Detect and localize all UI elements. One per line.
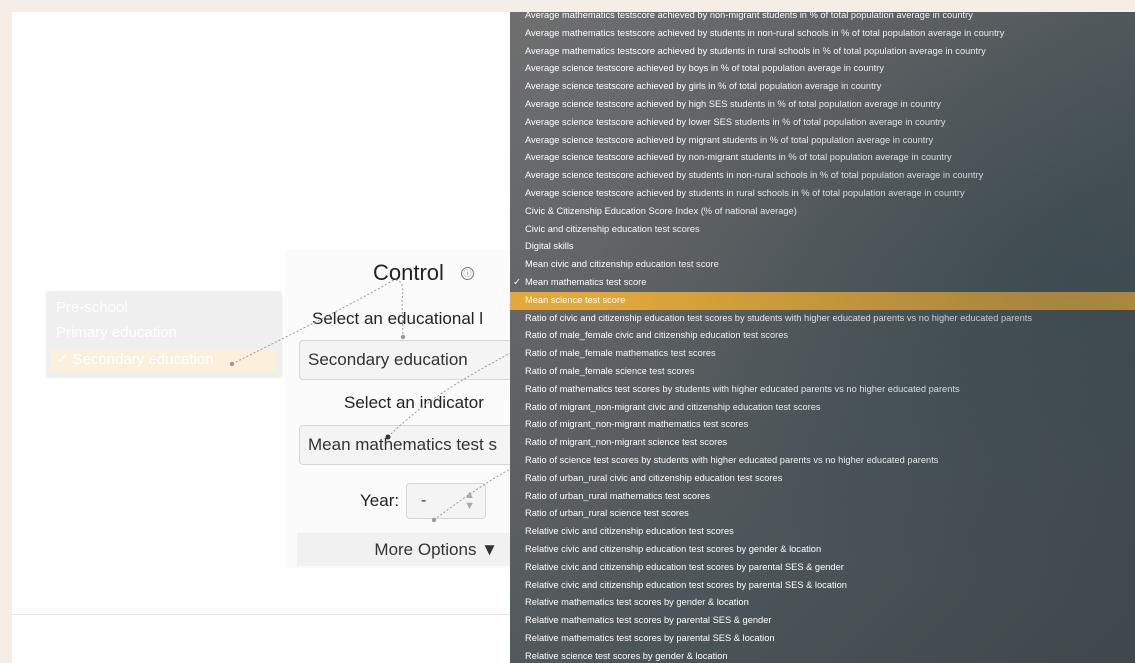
level-select[interactable]: Secondary education [299,340,539,380]
indicator-option-label: Ratio of urban_rural civic and citizensh… [525,472,783,483]
indicator-option[interactable]: Average mathematics testscore achieved b… [510,12,1135,25]
indicator-option[interactable]: Average science testscore achieved by st… [510,167,1135,185]
indicator-option[interactable]: Ratio of migrant_non-migrant science tes… [510,434,1135,452]
indicator-option[interactable]: Civic & Citizenship Education Score Inde… [510,203,1135,221]
indicator-option[interactable]: Ratio of urban_rural civic and citizensh… [510,470,1135,488]
indicator-option-label: Ratio of male_female mathematics test sc… [525,348,716,359]
indicator-option[interactable]: Mean science test score [510,291,1135,310]
indicator-option-label: Ratio of migrant_non-migrant mathematics… [525,419,749,430]
indicator-option[interactable]: Relative mathematics test scores by pare… [510,630,1135,648]
indicator-option-label: Relative mathematics test scores by pare… [525,633,775,643]
year-label: Year: [360,491,400,510]
indicator-option[interactable]: Ratio of male_female mathematics test sc… [510,345,1135,363]
indicator-option-label: Relative civic and citizenship education… [525,579,847,590]
indicator-option-label: Relative civic and citizenship education… [525,526,734,537]
indicator-option[interactable]: Digital skills [510,238,1135,256]
level-label: Select an educational l [312,309,484,328]
control-panel: Control ⓘ Select an educational l Second… [285,250,539,568]
indicator-option-label: Average mathematics testscore achieved b… [525,12,973,20]
indicator-option[interactable]: Average mathematics testscore achieved b… [510,25,1135,43]
indicator-option[interactable]: Ratio of migrant_non-migrant civic and c… [510,399,1135,417]
indicator-dropdown-menu: Average mathematics testscore achieved b… [510,12,1135,663]
indicator-option[interactable]: Average science testscore achieved by hi… [510,96,1135,114]
indicator-option[interactable]: Average science testscore achieved by gi… [510,78,1135,96]
indicator-select[interactable]: Mean mathematics test s [299,425,539,465]
indicator-option-label: Ratio of male_female civic and citizensh… [525,330,789,341]
level-dropdown-menu: Pre-school Primary education ✓ Secondary … [46,291,282,377]
level-option-primary-education[interactable]: Primary education [56,322,177,344]
indicator-option[interactable]: Ratio of male_female science test scores [510,363,1135,381]
indicator-option[interactable]: ✓ Mean mathematics test score [510,274,1135,292]
indicator-option[interactable]: Relative civic and citizenship education… [510,577,1135,595]
level-option-pre-school[interactable]: Pre-school [56,297,128,319]
indicator-option-label: Average science testscore achieved by bo… [525,63,885,74]
indicator-option[interactable]: Relative mathematics test scores by gend… [510,594,1135,612]
divider-line [12,614,512,615]
checkmark-icon: ✓ [513,277,521,287]
level-option-label: Primary education [56,324,177,341]
indicator-option[interactable]: Ratio of urban_rural science test scores [510,505,1135,523]
indicator-option-label: Ratio of civic and citizenship education… [525,312,1032,323]
indicator-option-label: Average science testscore achieved by lo… [525,116,946,127]
indicator-option-label: Ratio of urban_rural mathematics test sc… [525,490,710,501]
indicator-option-label: Relative science test scores by gender &… [525,650,728,661]
indicator-option[interactable]: Civic and citizenship education test sco… [510,221,1135,239]
indicator-option-label: Average science testscore achieved by mi… [525,134,934,145]
indicator-option[interactable]: Average science testscore achieved by no… [510,149,1135,167]
indicator-label: Select an indicator [344,393,484,412]
indicator-option-label: Average mathematics testscore achieved b… [525,27,1005,38]
indicator-option[interactable]: Relative civic and citizenship education… [510,559,1135,577]
indicator-option-label: Relative civic and citizenship education… [525,561,844,572]
indicator-option[interactable]: Ratio of urban_rural mathematics test sc… [510,488,1135,506]
indicator-option[interactable]: Ratio of science test scores by students… [510,452,1135,470]
indicator-option-label: Average science testscore achieved by gi… [525,81,882,92]
indicator-option-label: Mean civic and citizenship education tes… [525,259,719,270]
indicator-option-label: Average science testscore achieved by no… [525,152,952,163]
checkmark-icon: ✓ [56,351,69,368]
indicator-option[interactable]: Relative civic and citizenship education… [510,523,1135,541]
indicator-option[interactable]: Ratio of civic and citizenship education… [510,310,1135,328]
indicator-option[interactable]: Average science testscore achieved by lo… [510,114,1135,132]
indicator-option-label: Average science testscore achieved by st… [525,170,984,181]
indicator-option[interactable]: Relative mathematics test scores by pare… [510,612,1135,630]
panel-title: Control [373,260,444,285]
indicator-option-label: Civic & Citizenship Education Score Inde… [525,205,797,216]
level-option-secondary-education[interactable]: ✓ Secondary education [50,349,276,371]
indicator-option-label: Relative civic and citizenship education… [525,544,822,554]
indicator-option-label: Average science testscore achieved by st… [525,188,965,198]
indicator-option[interactable]: Relative science test scores by gender &… [510,648,1135,663]
indicator-option[interactable]: Ratio of migrant_non-migrant mathematics… [510,416,1135,434]
indicator-option[interactable]: Relative civic and citizenship education… [510,541,1135,559]
indicator-option-label: Relative mathematics test scores by gend… [525,597,749,608]
indicator-option-label: Average mathematics testscore achieved b… [525,45,986,56]
indicator-option[interactable]: Average mathematics testscore achieved b… [510,43,1135,61]
indicator-option-label: Ratio of urban_rural science test scores [525,508,689,519]
indicator-option[interactable]: Ratio of male_female civic and citizensh… [510,327,1135,345]
indicator-option[interactable]: Average science testscore achieved by st… [510,185,1135,203]
indicator-option-label: Average science testscore achieved by hi… [525,99,941,109]
info-icon[interactable]: ⓘ [461,267,474,280]
indicator-option-label: Ratio of mathematics test scores by stud… [525,383,960,394]
indicator-option[interactable]: Average science testscore achieved by mi… [510,132,1135,150]
indicator-option-label: Mean mathematics test score [525,277,647,287]
indicator-option-label: Civic and citizenship education test sco… [525,223,700,234]
indicator-option-label: Digital skills [525,241,574,252]
indicator-option-label: Relative mathematics test scores by pare… [525,615,772,626]
more-options-button[interactable]: More Options ▼ [297,533,512,566]
year-select[interactable]: - ▲ ▼ [406,483,486,519]
indicator-option[interactable]: Ratio of mathematics test scores by stud… [510,381,1135,399]
indicator-option-label: Mean science test score [525,294,626,305]
level-option-label: Pre-school [56,299,128,316]
indicator-option[interactable]: Mean civic and citizenship education tes… [510,256,1135,274]
year-value: - [421,492,427,509]
indicator-option-label: Ratio of male_female science test scores [525,366,695,376]
indicator-option[interactable]: Average science testscore achieved by bo… [510,60,1135,78]
level-option-label: Secondary education [72,351,214,368]
indicator-option-label: Ratio of migrant_non-migrant science tes… [525,437,728,448]
indicator-option-label: Ratio of science test scores by students… [525,455,939,465]
indicator-option-label: Ratio of migrant_non-migrant civic and c… [525,401,821,412]
stepper-icon: ▲ ▼ [464,489,475,512]
